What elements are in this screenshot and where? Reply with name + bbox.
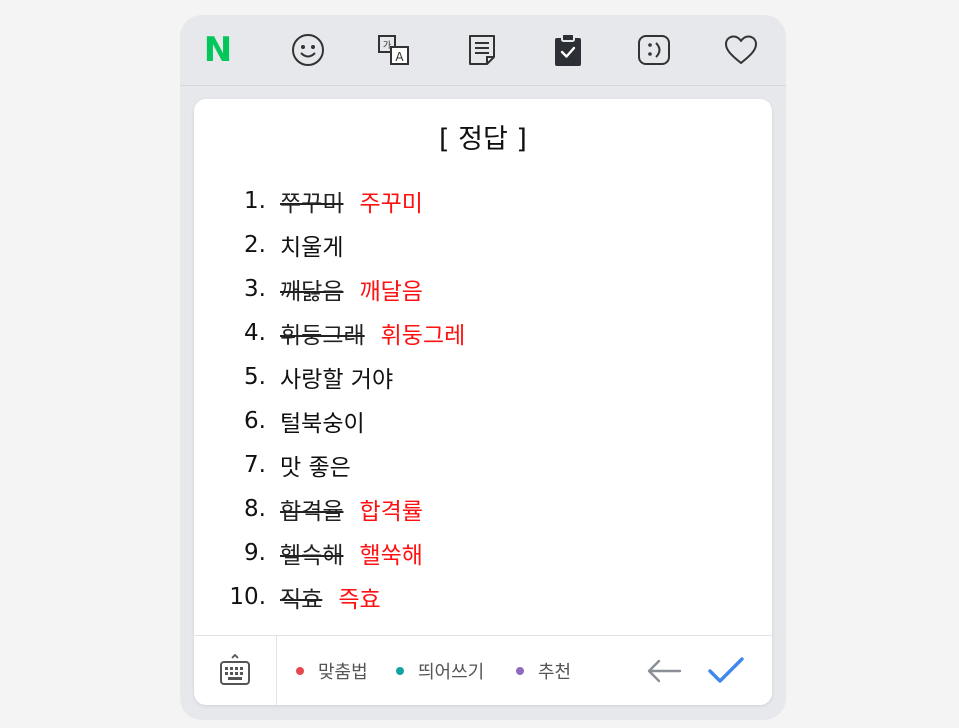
answer-text: 치울게 [280, 235, 344, 261]
translate-button[interactable]: 가 A [376, 32, 412, 68]
back-arrow-icon [647, 659, 682, 683]
answer-list: 1. 쭈꾸미 주꾸미 2. 치울게 3. 깨닳음 깨달음 4. 휘둥그래 휘둥그레 5. 사랑할 거야 6… [214, 179, 465, 619]
answer-number: 1. [244, 188, 266, 214]
memo-icon [469, 35, 495, 65]
memo-button[interactable] [464, 32, 500, 68]
recommend-dot [516, 667, 524, 675]
answer-row: 7. 맛 좋은 [214, 443, 465, 487]
answer-row: 1. 쭈꾸미 주꾸미 [214, 179, 465, 223]
answer-title: [ 정답 ] [439, 124, 527, 155]
answer-number: 8. [244, 496, 266, 522]
correct-spelling: 깨달음 [359, 279, 423, 305]
keyboard-toggle-button[interactable] [194, 636, 277, 705]
correct-spelling: 합격률 [359, 499, 423, 525]
correct-spelling: 핼쑥해 [359, 543, 423, 569]
wrong-spelling: 깨닳음 [280, 279, 344, 305]
answer-row: 9. 헬슥해 핼쑥해 [214, 531, 465, 575]
answer-text: 맛 좋은 [280, 455, 351, 481]
answer-number: 2. [244, 232, 266, 258]
answer-number: 5. [244, 364, 266, 390]
answer-row: 10. 직효 즉효 [214, 575, 465, 619]
option-spelling-label: 맞춤법 [318, 662, 368, 683]
wrong-spelling: 직효 [280, 587, 323, 613]
favorites-button[interactable] [723, 32, 759, 68]
keyboard-toolbar: N 가 A [180, 15, 786, 86]
option-spelling[interactable]: 맞춤법 [296, 660, 368, 683]
answer-number: 10. [229, 584, 266, 610]
wrong-spelling: 쭈꾸미 [280, 191, 344, 217]
wrong-spelling: 휘둥그래 [280, 323, 365, 349]
correct-spelling: 휘둥그레 [380, 323, 466, 349]
answer-number: 9. [244, 540, 266, 566]
answer-number: 7. [244, 452, 266, 478]
naver-logo-icon: N [203, 30, 233, 70]
answer-row: 2. 치울게 [214, 223, 465, 267]
check-icon [708, 657, 744, 683]
answer-row: 6. 털북숭이 [214, 399, 465, 443]
card-footer: 맞춤법 띄어쓰기 추천 [194, 635, 772, 705]
answer-row: 3. 깨닳음 깨달음 [214, 267, 465, 311]
option-spacing-label: 띄어쓰기 [418, 662, 485, 683]
option-spacing[interactable]: 띄어쓰기 [396, 660, 485, 683]
emoji-icon [292, 34, 324, 66]
keyboard-icon [220, 654, 250, 685]
svg-text:가: 가 [383, 40, 391, 51]
answer-text: 털북숭이 [280, 411, 365, 437]
emoji-button[interactable] [290, 32, 326, 68]
emoticon-button[interactable] [636, 32, 672, 68]
confirm-button[interactable] [706, 653, 746, 689]
answer-row: 5. 사랑할 거야 [214, 355, 465, 399]
answer-row: 8. 합격율 합격률 [214, 487, 465, 531]
favorites-heart-icon [725, 35, 757, 64]
keyboard-panel: N 가 A [정답] 1. 쭈꾸미 주꾸미 2. 치울게 3. 깨닳음 깨달… [180, 15, 786, 720]
svg-text:A: A [395, 50, 404, 64]
answer-card: [ 정답 ] 1. 쭈꾸미 주꾸미 2. 치울게 3. 깨닳음 깨달음 4. 휘둥그래 휘둥그레 5.… [194, 99, 772, 705]
clipboard-icon [555, 33, 581, 66]
answer-number: 6. [244, 408, 266, 434]
correct-spelling: 즉효 [338, 587, 381, 613]
correct-spelling: 주꾸미 [359, 191, 423, 217]
spacing-dot [396, 667, 404, 675]
answer-text: 사랑할 거야 [280, 367, 394, 393]
emoticon-icon [638, 35, 670, 65]
translate-icon: 가 A [378, 35, 409, 65]
wrong-spelling: 헬슥해 [280, 543, 344, 569]
clipboard-button[interactable] [550, 32, 586, 68]
option-recommend[interactable]: 추천 [516, 660, 572, 683]
spelling-dot [296, 667, 304, 675]
answer-number: 4. [244, 320, 266, 346]
option-recommend-label: 추천 [538, 662, 572, 683]
answer-row: 4. 휘둥그래 휘둥그레 [214, 311, 465, 355]
back-button[interactable] [644, 653, 684, 689]
naver-logo-button[interactable]: N [200, 32, 236, 68]
wrong-spelling: 합격율 [280, 499, 344, 525]
answer-number: 3. [244, 276, 266, 302]
